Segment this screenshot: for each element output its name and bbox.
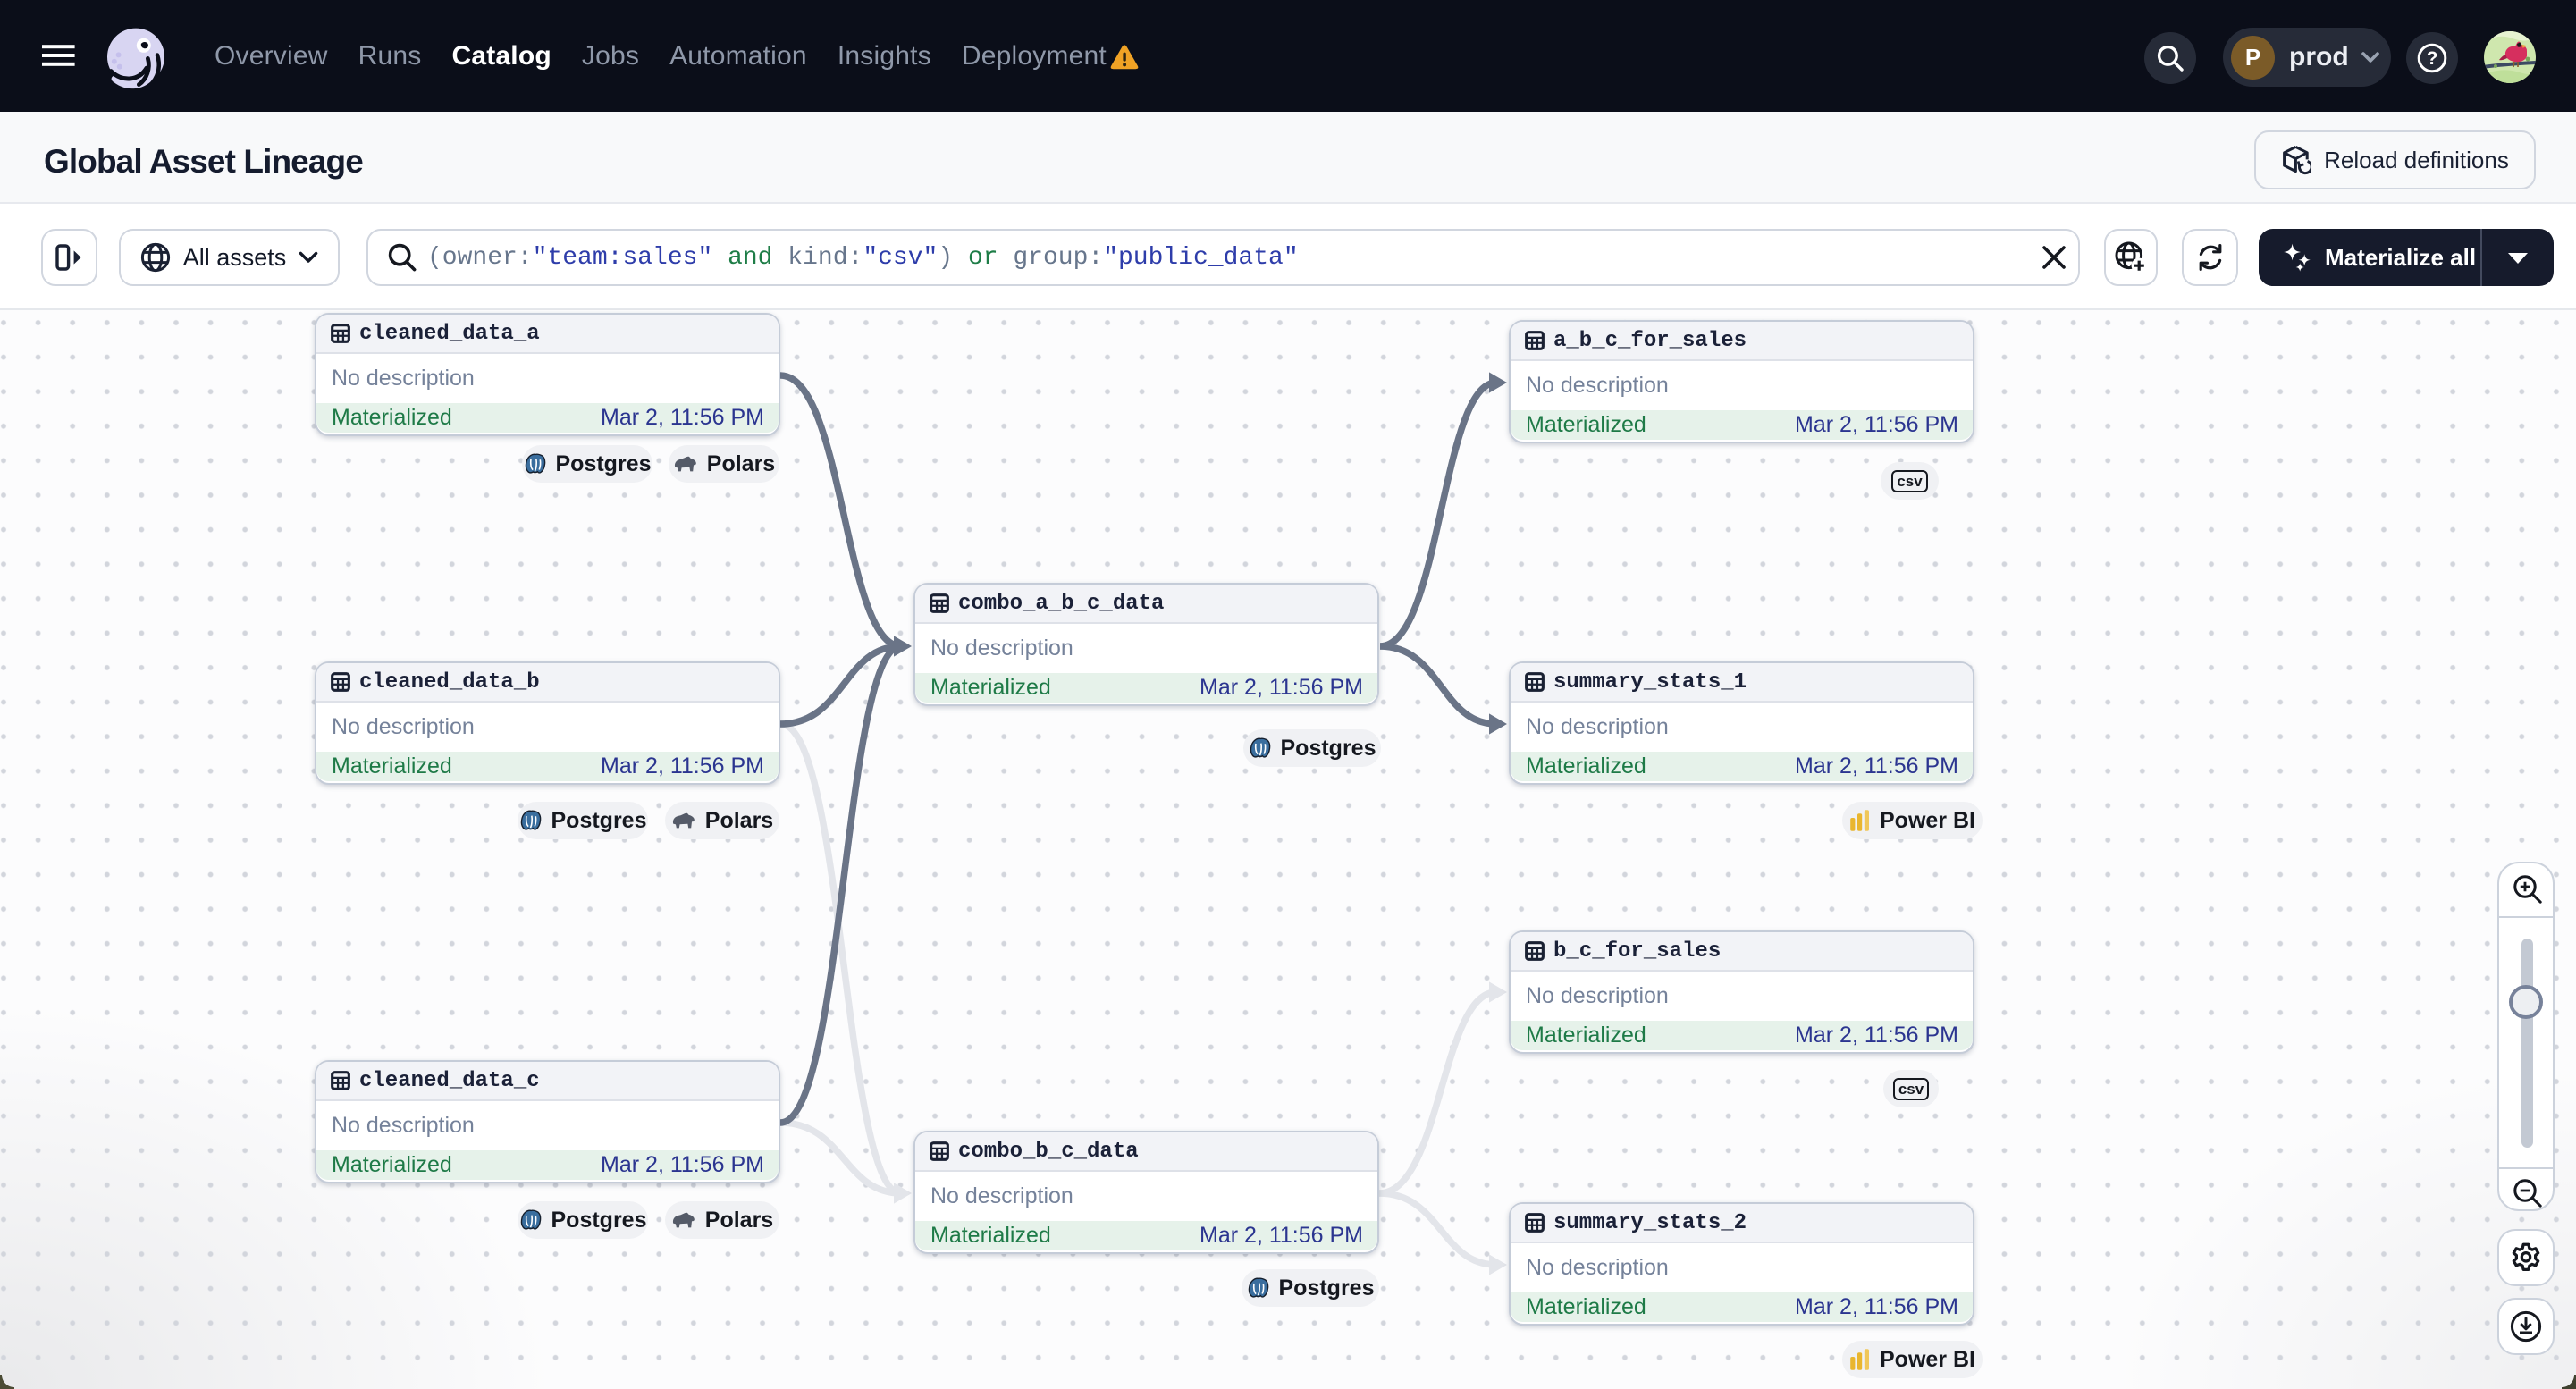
svg-text:?: ?: [2427, 48, 2438, 69]
